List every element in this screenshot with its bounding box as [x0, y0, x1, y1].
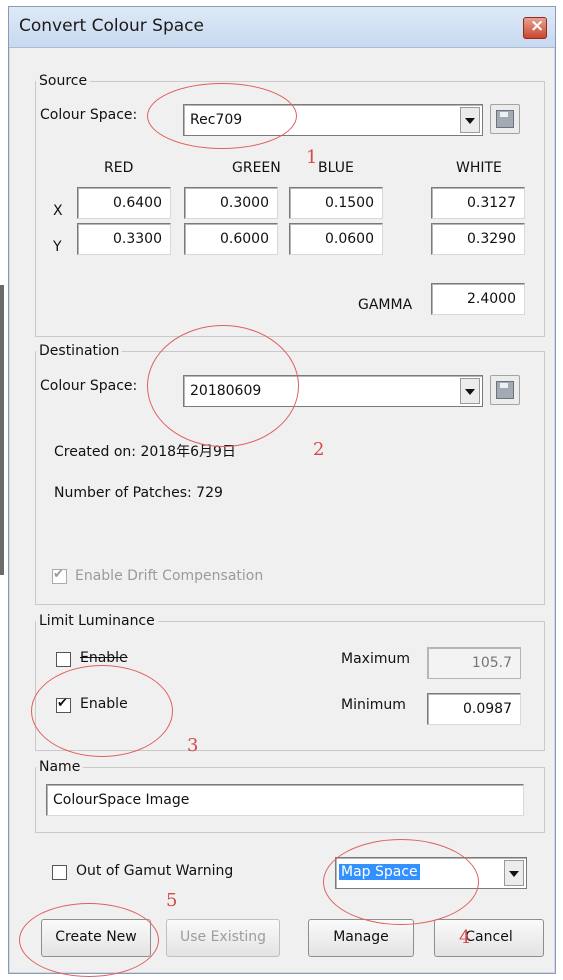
minimum-label: Minimum [341, 697, 406, 713]
drift-compensation-checkbox[interactable] [52, 567, 67, 584]
source-colour-space-select[interactable]: Rec709 [183, 104, 483, 136]
annotation-number-4: 4 [459, 927, 471, 948]
out-of-gamut-label: Out of Gamut Warning [76, 863, 234, 879]
enable-checkbox-1[interactable] [56, 652, 71, 667]
map-space-select[interactable]: Map Space [335, 857, 527, 889]
header-red: RED [104, 160, 134, 176]
save-disk-icon [496, 110, 514, 128]
source-x-blue[interactable]: 0.1500 [289, 187, 383, 219]
created-on-text: Created on: 2018年6月9日 [54, 444, 236, 460]
annotation-number-5: 5 [166, 890, 178, 911]
use-existing-button[interactable]: Use Existing [166, 919, 280, 957]
title-bar: Convert Colour Space [9, 7, 555, 48]
source-colour-space-label: Colour Space: [40, 107, 138, 123]
manage-button[interactable]: Manage [308, 919, 414, 957]
enable-label-2: Enable [80, 696, 128, 712]
header-white: WHITE [456, 160, 502, 176]
name-legend: Name [39, 759, 81, 775]
limit-luminance-legend: Limit Luminance [39, 613, 155, 629]
header-green: GREEN [232, 160, 281, 176]
source-x-green[interactable]: 0.3000 [184, 187, 278, 219]
gamma-input[interactable]: 2.4000 [431, 283, 525, 315]
maximum-label: Maximum [341, 651, 410, 667]
minimum-input[interactable]: 0.0987 [427, 693, 521, 725]
enable-checkbox-2[interactable] [56, 696, 71, 713]
destination-colour-space-value: 20180609 [190, 383, 262, 399]
background-edge [0, 285, 4, 575]
source-y-red[interactable]: 0.3300 [77, 223, 171, 255]
out-of-gamut-checkbox[interactable] [52, 865, 67, 880]
source-y-green[interactable]: 0.6000 [184, 223, 278, 255]
destination-legend: Destination [39, 343, 120, 359]
chevron-down-icon[interactable] [460, 107, 480, 133]
create-new-button[interactable]: Create New [41, 919, 151, 957]
dialog-title: Convert Colour Space [19, 16, 204, 36]
annotation-number-1: 1 [306, 147, 318, 168]
source-y-blue[interactable]: 0.0600 [289, 223, 383, 255]
source-x-red[interactable]: 0.6400 [77, 187, 171, 219]
row-label-x: X [53, 203, 63, 219]
source-y-white[interactable]: 0.3290 [431, 223, 525, 255]
source-colour-space-value: Rec709 [190, 112, 243, 128]
map-space-value: Map Space [339, 864, 420, 880]
drift-compensation-label: Enable Drift Compensation [75, 568, 264, 584]
source-legend: Source [39, 73, 88, 89]
row-label-y: Y [53, 239, 62, 255]
annotation-number-2: 2 [313, 439, 325, 460]
close-button[interactable] [523, 16, 547, 39]
limit-luminance-group: Limit Luminance [35, 613, 545, 751]
chevron-down-icon[interactable] [460, 378, 480, 404]
patches-count-text: Number of Patches: 729 [54, 485, 223, 501]
save-disk-icon [496, 381, 514, 399]
cancel-button[interactable]: Cancel [434, 919, 544, 957]
maximum-input[interactable]: 105.7 [427, 647, 521, 679]
annotation-number-3: 3 [187, 735, 199, 756]
chevron-down-icon[interactable] [504, 860, 524, 886]
destination-save-button[interactable] [490, 375, 520, 405]
enable-label-1: Enable [80, 650, 128, 666]
dialog-window: Convert Colour Space Source Colour Space… [8, 6, 556, 977]
gamma-label: GAMMA [358, 297, 413, 313]
source-x-white[interactable]: 0.3127 [431, 187, 525, 219]
destination-colour-space-label: Colour Space: [40, 378, 138, 394]
name-input[interactable]: ColourSpace Image [46, 784, 524, 816]
header-blue: BLUE [318, 160, 354, 176]
destination-colour-space-select[interactable]: 20180609 [183, 375, 483, 407]
source-save-button[interactable] [490, 104, 520, 134]
